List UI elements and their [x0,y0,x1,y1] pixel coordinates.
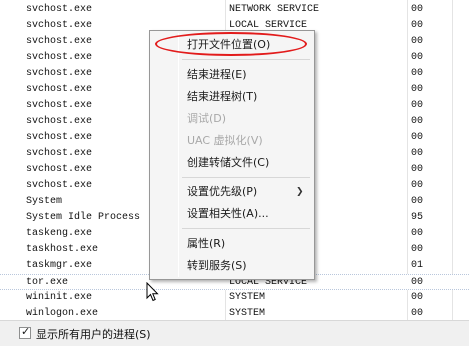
process-name-cell: svchost.exe [26,164,93,175]
menu-separator [182,59,310,60]
process-name-cell: taskeng.exe [26,228,93,239]
table-row[interactable]: winlogon.exe SYSTEM 00 [0,306,469,321]
process-name-cell: svchost.exe [26,20,93,31]
process-name-cell: taskhost.exe [26,244,99,255]
table-row[interactable]: wininit.exe SYSTEM 00 [0,290,469,306]
cpu-cell: 00 [411,244,424,255]
menu-icon-gutter [178,33,179,277]
context-menu: 打开文件位置(O) 结束进程(E) 结束进程树(T) 调试(D) UAC 虚拟化… [149,30,315,280]
process-name-cell: svchost.exe [26,84,93,95]
process-name-cell: svchost.exe [26,68,93,79]
mouse-pointer-icon [146,282,159,302]
cpu-cell: 00 [411,148,424,159]
process-name-cell: svchost.exe [26,4,93,15]
cpu-cell: 00 [411,116,424,127]
chevron-right-icon: ❯ [296,187,304,197]
cpu-cell: 01 [411,260,424,271]
cpu-cell: 00 [411,4,424,15]
footer-bar: 显示所有用户的进程(S) [0,320,469,346]
process-name-cell: wininit.exe [26,292,93,303]
process-name-cell: tor.exe [26,277,69,288]
cpu-cell: 00 [411,164,424,175]
menu-item-set-affinity[interactable]: 设置相关性(A)... [187,205,307,223]
user-name-cell: SYSTEM [229,308,266,319]
process-name-cell: svchost.exe [26,132,93,143]
cpu-cell: 95 [411,212,424,223]
cpu-cell: 00 [411,68,424,79]
cpu-cell: 00 [411,308,424,319]
cpu-cell: 00 [411,100,424,111]
menu-item-create-dump-file[interactable]: 创建转储文件(C) [187,154,307,172]
process-name-cell: svchost.exe [26,100,93,111]
process-name-cell: System Idle Process [26,212,141,223]
annotation-ellipse [155,32,307,56]
show-all-users-checkbox[interactable] [19,325,31,339]
cpu-cell: 00 [411,84,424,95]
process-name-cell: svchost.exe [26,180,93,191]
cpu-cell: 00 [411,228,424,239]
cpu-cell: 00 [411,180,424,191]
show-all-users-label[interactable]: 显示所有用户的进程(S) [36,326,151,342]
process-name-cell: taskmgr.exe [26,260,93,271]
user-name-cell: NETWORK SERVICE [229,4,320,15]
cpu-cell: 00 [411,277,424,288]
menu-item-debug: 调试(D) [187,112,227,125]
menu-item-properties[interactable]: 属性(R) [187,235,307,253]
cpu-cell: 00 [411,52,424,63]
menu-item-end-process[interactable]: 结束进程(E) [187,66,307,84]
table-row[interactable]: svchost.exe NETWORK SERVICE 00 [0,2,469,18]
menu-separator [182,228,310,229]
process-name-cell: winlogon.exe [26,308,99,319]
process-name-cell: System [26,196,63,207]
menu-separator [182,177,310,178]
cpu-cell: 00 [411,20,424,31]
menu-item-go-to-service[interactable]: 转到服务(S) [187,257,307,275]
cpu-cell: 00 [411,196,424,207]
process-name-cell: svchost.exe [26,36,93,47]
process-name-cell: svchost.exe [26,116,93,127]
cpu-cell: 00 [411,292,424,303]
cpu-cell: 00 [411,132,424,143]
menu-item-uac-virtualization: UAC 虚拟化(V) [187,134,263,147]
process-name-cell: svchost.exe [26,148,93,159]
process-name-cell: svchost.exe [26,52,93,63]
cpu-cell: 00 [411,36,424,47]
user-name-cell: SYSTEM [229,292,266,303]
menu-item-end-process-tree[interactable]: 结束进程树(T) [187,88,307,106]
menu-item-set-priority[interactable]: 设置优先级(P) [187,183,307,201]
